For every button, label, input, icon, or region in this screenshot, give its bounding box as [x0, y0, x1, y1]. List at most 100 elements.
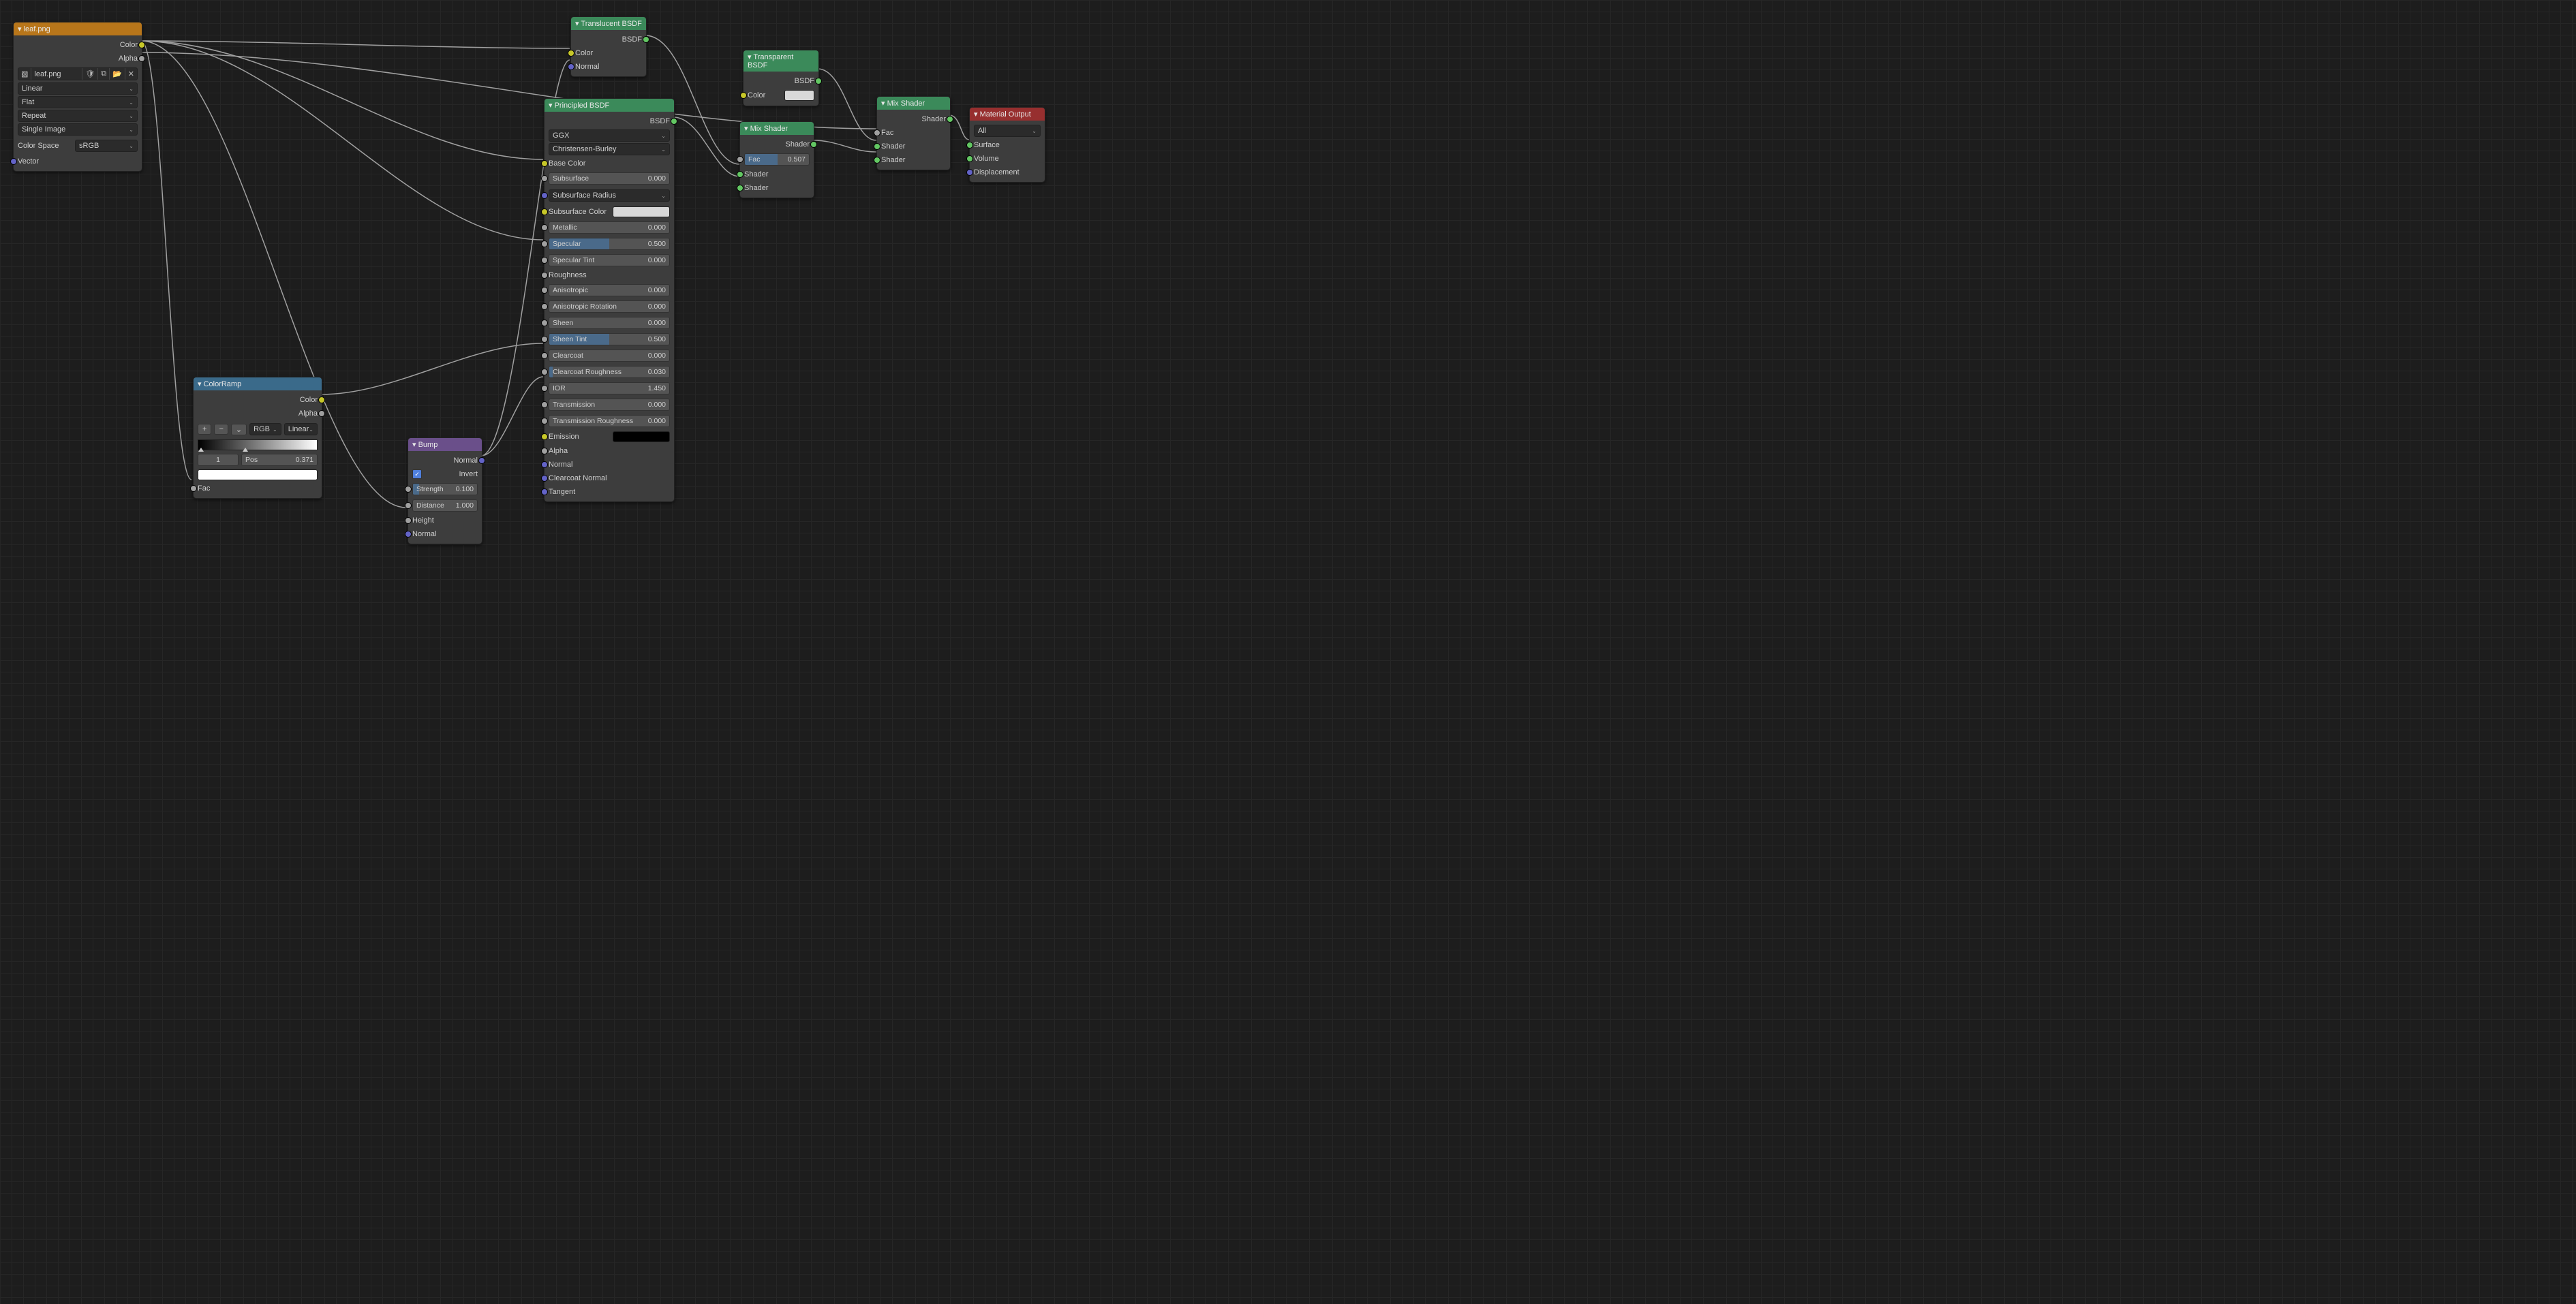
input-normal: Normal	[549, 461, 572, 469]
input-tangent: Tangent	[549, 488, 575, 496]
input-height: Height	[412, 516, 434, 525]
node-bump[interactable]: ▾ Bump Normal ✓Invert Strength0.100 Dist…	[408, 437, 482, 544]
node-header[interactable]: ▾ ColorRamp	[194, 377, 322, 390]
input-shader-2: Shader	[744, 184, 768, 192]
color-space-label: Color Space	[18, 142, 59, 150]
input-shader-1: Shader	[881, 142, 905, 151]
chevron-down-icon: ⌄	[129, 99, 134, 106]
specular-tint-slider[interactable]: Specular Tint0.000	[549, 254, 670, 266]
color-space-select[interactable]: sRGB⌄	[75, 140, 138, 152]
input-color: Color	[575, 49, 593, 57]
image-icon: ▧	[18, 68, 31, 80]
node-header[interactable]: ▾ Bump	[408, 438, 482, 451]
image-selector[interactable]: ▧ leaf.png 🛡 ⧉ 📂 ✕	[18, 67, 138, 80]
interpolation-select[interactable]: Linear⌄	[18, 82, 138, 95]
input-fac: Fac	[881, 129, 893, 137]
node-transparent-bsdf[interactable]: ▾ Transparent BSDF BSDF Color	[743, 50, 819, 106]
color-mode-select[interactable]: RGB⌄	[249, 423, 281, 435]
clearcoat-slider[interactable]: Clearcoat0.000	[549, 350, 670, 362]
node-colorramp[interactable]: ▾ ColorRamp Color Alpha + − ⌄ RGB⌄ Linea…	[193, 377, 322, 499]
node-header[interactable]: ▾ Principled BSDF	[545, 99, 674, 112]
input-shader-2: Shader	[881, 156, 905, 164]
remove-stop-button[interactable]: −	[214, 424, 228, 435]
chevron-down-icon: ⌄	[129, 127, 134, 133]
fac-slider[interactable]: Fac0.507	[744, 153, 810, 166]
subsurface-radius-select[interactable]: Subsurface Radius⌄	[549, 189, 670, 202]
input-alpha: Alpha	[549, 447, 568, 455]
source-select[interactable]: Single Image⌄	[18, 123, 138, 136]
input-base-color: Base Color	[549, 159, 585, 168]
chevron-down-icon: ⌄	[129, 143, 134, 149]
stop-index-field[interactable]: 1	[198, 454, 239, 466]
target-select[interactable]: All⌄	[974, 125, 1041, 137]
emission-color-swatch[interactable]	[613, 431, 670, 442]
ior-slider[interactable]: IOR1.450	[549, 382, 670, 394]
node-principled-bsdf[interactable]: ▾ Principled BSDF BSDF GGX⌄ Christensen-…	[544, 98, 675, 502]
input-volume: Volume	[974, 155, 999, 163]
node-header[interactable]: ▾ Material Output	[970, 108, 1045, 121]
anisotropic-rotation-slider[interactable]: Anisotropic Rotation0.000	[549, 300, 670, 313]
transmission-roughness-slider[interactable]: Transmission Roughness0.000	[549, 415, 670, 427]
ramp-menu-button[interactable]: ⌄	[231, 424, 247, 435]
fake-user-icon[interactable]: 🛡	[82, 68, 97, 80]
node-material-output[interactable]: ▾ Material Output All⌄ Surface Volume Di…	[969, 107, 1045, 183]
invert-checkbox[interactable]: ✓	[412, 469, 422, 479]
node-header[interactable]: ▾ Translucent BSDF	[571, 17, 646, 30]
chevron-down-icon: ⌄	[129, 86, 134, 92]
chevron-down-icon: ⌄	[661, 133, 666, 139]
input-color: Color	[748, 91, 765, 99]
strength-slider[interactable]: Strength0.100	[412, 483, 478, 495]
transparent-color-swatch[interactable]	[784, 90, 814, 101]
color-ramp-gradient[interactable]	[198, 439, 318, 450]
projection-select[interactable]: Flat⌄	[18, 96, 138, 108]
specular-slider[interactable]: Specular0.500	[549, 238, 670, 250]
unlink-icon[interactable]: ✕	[125, 68, 137, 80]
transmission-slider[interactable]: Transmission0.000	[549, 399, 670, 411]
output-color: Color	[120, 41, 138, 49]
subsurface-color-swatch[interactable]	[613, 206, 670, 217]
output-color: Color	[300, 396, 318, 404]
chevron-down-icon: ⌄	[661, 193, 666, 199]
subsurface-method-select[interactable]: Christensen-Burley⌄	[549, 143, 670, 155]
extension-select[interactable]: Repeat⌄	[18, 110, 138, 122]
open-icon[interactable]: 📂	[109, 68, 125, 80]
subsurface-slider[interactable]: Subsurface0.000	[549, 172, 670, 185]
node-header[interactable]: ▾ Mix Shader	[740, 122, 814, 135]
input-surface: Surface	[974, 141, 1000, 149]
output-alpha: Alpha	[298, 409, 318, 418]
node-mix-shader-1[interactable]: ▾ Mix Shader Shader Fac0.507 Shader Shad…	[739, 121, 814, 198]
output-shader: Shader	[786, 140, 810, 149]
output-bsdf: BSDF	[650, 117, 670, 125]
node-mix-shader-2[interactable]: ▾ Mix Shader Shader Fac Shader Shader	[876, 96, 951, 170]
node-image-texture[interactable]: ▾ leaf.png Color Alpha ▧ leaf.png 🛡 ⧉ 📂 …	[13, 22, 142, 172]
input-normal: Normal	[412, 530, 436, 538]
chevron-down-icon: ⌄	[129, 113, 134, 119]
input-shader-1: Shader	[744, 170, 768, 178]
node-translucent-bsdf[interactable]: ▾ Translucent BSDF BSDF Color Normal	[570, 16, 647, 77]
output-shader: Shader	[922, 115, 946, 123]
input-fac: Fac	[198, 484, 210, 493]
input-subsurface-color: Subsurface Color	[549, 208, 607, 216]
add-stop-button[interactable]: +	[198, 424, 211, 435]
clearcoat-roughness-slider[interactable]: Clearcoat Roughness0.030	[549, 366, 670, 378]
input-clearcoat-normal: Clearcoat Normal	[549, 474, 607, 482]
distance-slider[interactable]: Distance1.000	[412, 499, 478, 512]
input-displacement: Displacement	[974, 168, 1019, 176]
metallic-slider[interactable]: Metallic0.000	[549, 221, 670, 234]
node-header[interactable]: ▾ Mix Shader	[877, 97, 950, 110]
chevron-down-icon: ⌄	[661, 146, 666, 153]
stop-pos-field[interactable]: Pos0.371	[241, 454, 318, 466]
node-header[interactable]: ▾ Transparent BSDF	[743, 50, 818, 72]
output-alpha: Alpha	[119, 55, 138, 63]
output-bsdf: BSDF	[795, 77, 814, 85]
distribution-select[interactable]: GGX⌄	[549, 129, 670, 142]
interp-mode-select[interactable]: Linear⌄	[284, 423, 318, 435]
sheen-slider[interactable]: Sheen0.000	[549, 317, 670, 329]
input-roughness: Roughness	[549, 271, 587, 279]
anisotropic-slider[interactable]: Anisotropic0.000	[549, 284, 670, 296]
sheen-tint-slider[interactable]: Sheen Tint0.500	[549, 333, 670, 345]
chevron-down-icon: ⌄	[1032, 128, 1037, 134]
stop-color-swatch[interactable]	[198, 469, 318, 480]
node-header[interactable]: ▾ leaf.png	[14, 22, 142, 35]
duplicate-icon[interactable]: ⧉	[97, 68, 109, 80]
